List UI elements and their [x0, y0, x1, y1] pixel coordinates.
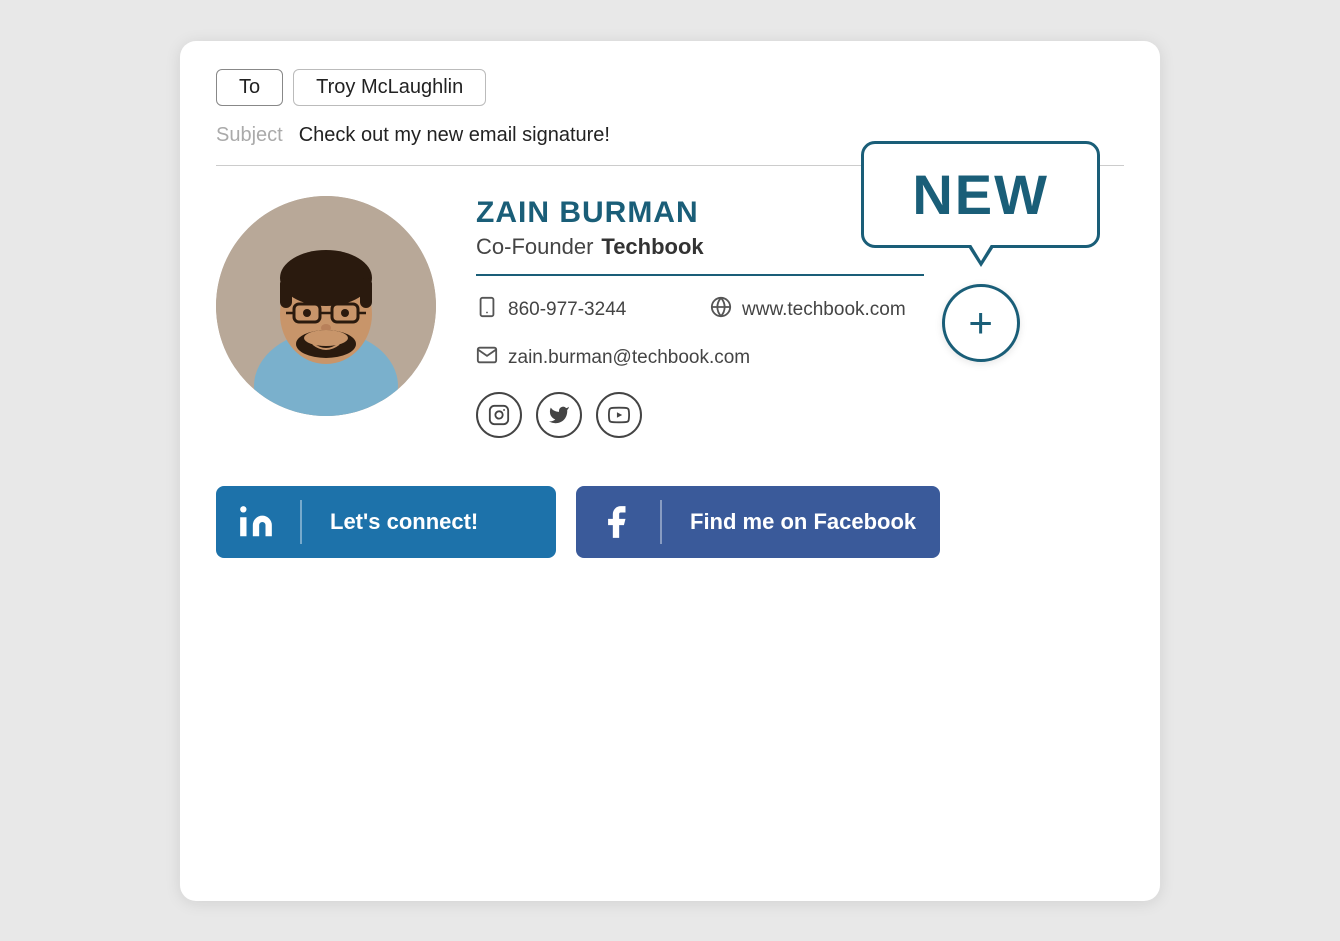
- new-badge: NEW: [861, 141, 1100, 248]
- plus-icon: +: [968, 299, 993, 347]
- email-icon: [476, 344, 498, 372]
- sig-name: ZAIN BURMAN: [476, 196, 924, 230]
- sig-social-row: [476, 392, 924, 438]
- phone-icon: [476, 296, 498, 324]
- sig-company: Techbook: [601, 234, 703, 260]
- sig-info: ZAIN BURMAN Co-Founder Techbook 860-977-…: [476, 196, 924, 438]
- avatar: [216, 196, 436, 416]
- sig-contact-grid: 860-977-3244 www.techbook.com: [476, 296, 924, 324]
- new-badge-wrapper: NEW +: [861, 141, 1100, 362]
- subject-text: Check out my new email signature!: [299, 124, 610, 147]
- to-row: To Troy McLaughlin: [216, 69, 1124, 106]
- email-address: zain.burman@techbook.com: [508, 347, 750, 369]
- phone-item: 860-977-3244: [476, 296, 690, 324]
- to-recipient: Troy McLaughlin: [293, 69, 486, 106]
- twitter-icon[interactable]: [536, 392, 582, 438]
- linkedin-button[interactable]: Let's connect!: [216, 486, 556, 558]
- facebook-label: Find me on Facebook: [666, 509, 940, 535]
- youtube-icon[interactable]: [596, 392, 642, 438]
- linkedin-icon-area: [216, 486, 296, 558]
- subject-label: Subject: [216, 124, 283, 147]
- to-label: To: [216, 69, 283, 106]
- avatar-wrapper: [216, 196, 436, 416]
- instagram-icon[interactable]: [476, 392, 522, 438]
- linkedin-label: Let's connect!: [306, 509, 502, 535]
- linkedin-divider: [300, 500, 302, 544]
- sig-divider: [476, 274, 924, 276]
- facebook-button[interactable]: Find me on Facebook: [576, 486, 940, 558]
- new-badge-text: NEW: [912, 163, 1049, 226]
- phone-number: 860-977-3244: [508, 299, 626, 321]
- sig-email-row: zain.burman@techbook.com: [476, 344, 924, 372]
- email-card: To Troy McLaughlin Subject Check out my …: [180, 41, 1160, 901]
- globe-icon: [710, 296, 732, 324]
- add-button[interactable]: +: [942, 284, 1020, 362]
- sig-title-row: Co-Founder Techbook: [476, 234, 924, 260]
- facebook-divider: [660, 500, 662, 544]
- cta-row: Let's connect! Find me on Facebook: [216, 486, 1124, 558]
- sig-title: Co-Founder: [476, 234, 593, 260]
- facebook-icon-area: [576, 486, 656, 558]
